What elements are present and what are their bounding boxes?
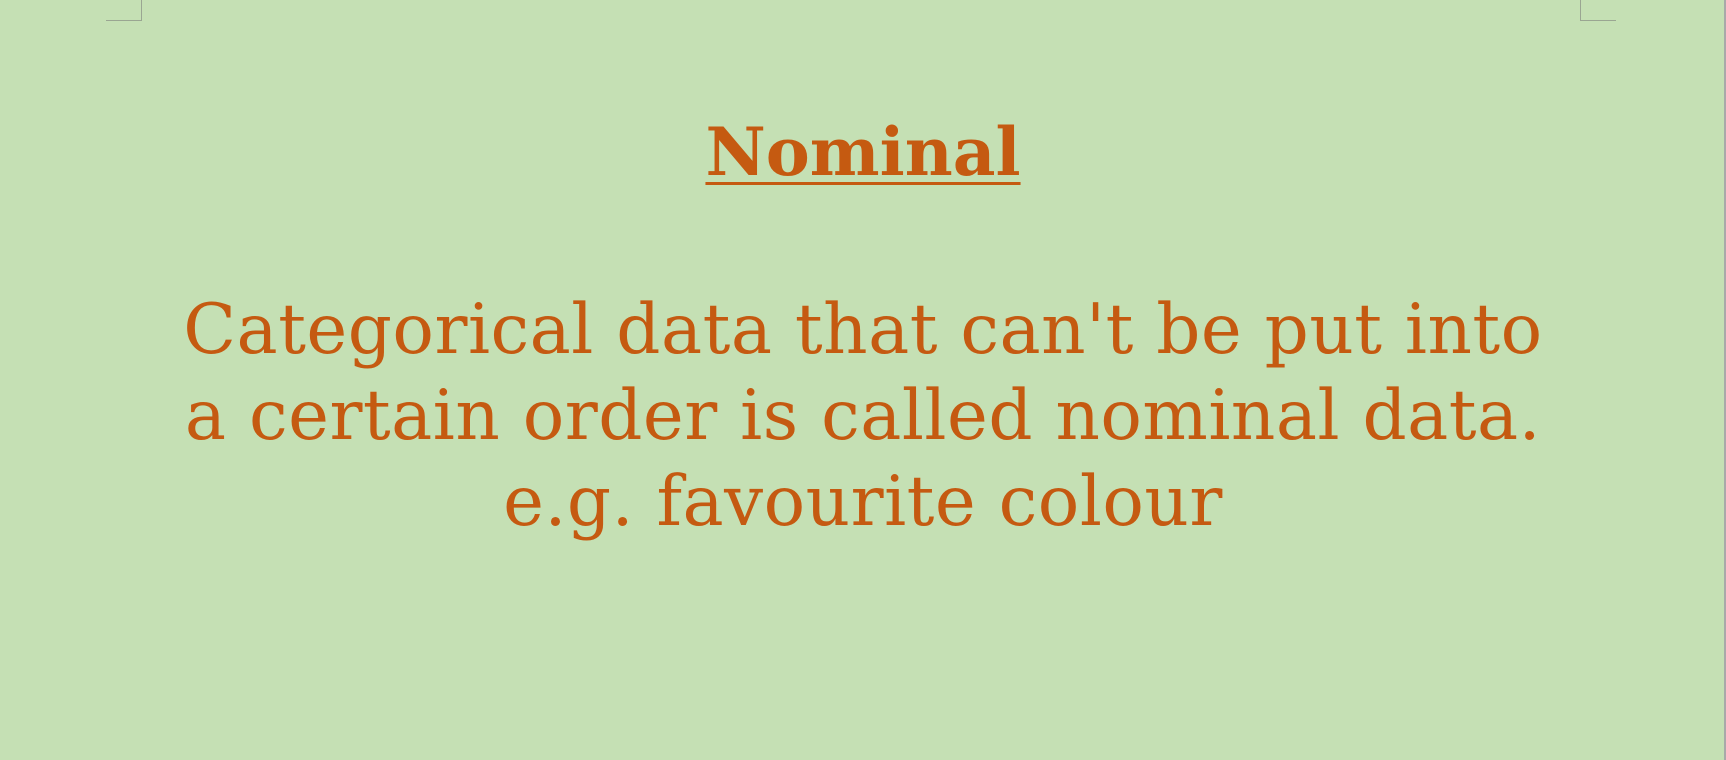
margin-corner-mark-right bbox=[1580, 0, 1616, 21]
body-line-1: Categorical data that can't be put into bbox=[183, 290, 1543, 370]
page-title-text: Nominal bbox=[705, 113, 1021, 191]
page-title: Nominal bbox=[0, 112, 1726, 192]
body-line-2: a certain order is called nominal data. bbox=[184, 376, 1542, 456]
margin-corner-mark-left bbox=[106, 0, 142, 21]
document-page: Nominal Categorical data that can't be p… bbox=[0, 0, 1726, 760]
body-paragraph: Categorical data that can't be put into … bbox=[150, 287, 1576, 545]
body-line-3: e.g. favourite colour bbox=[503, 462, 1223, 542]
